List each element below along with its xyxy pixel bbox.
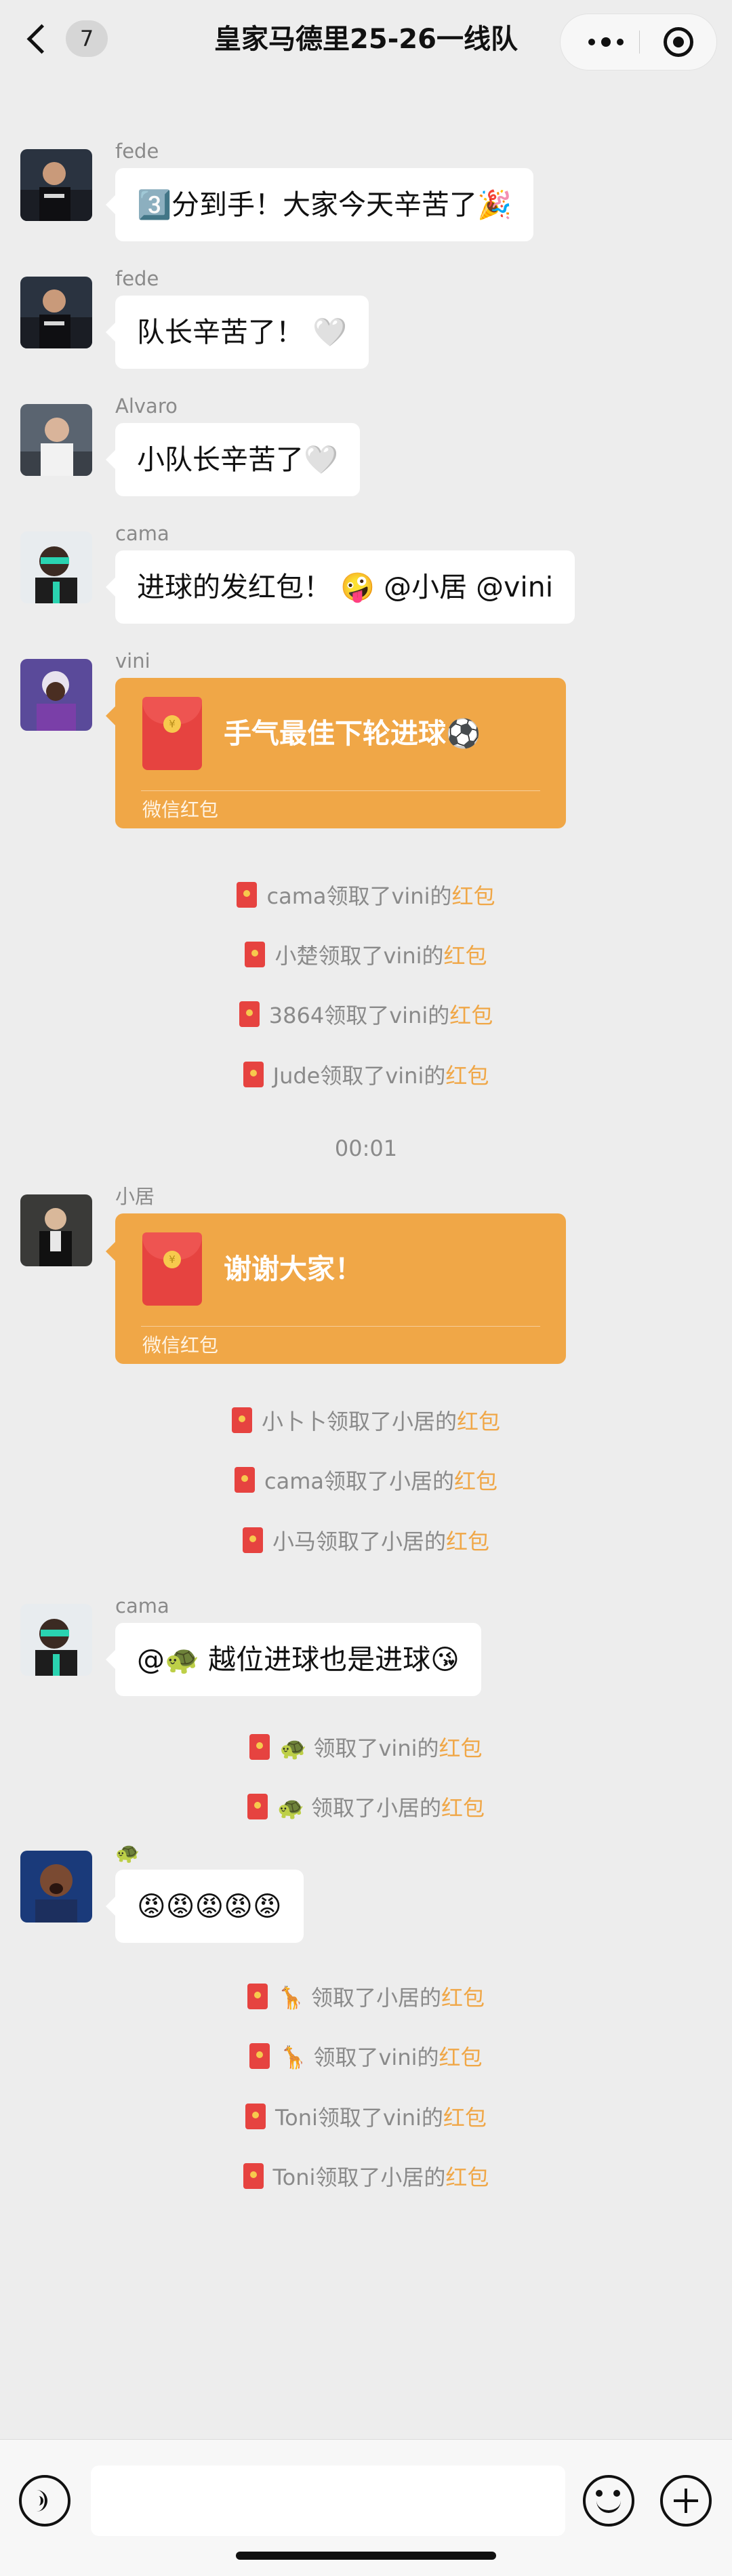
system-notice: 小马领取了小居的 红包 bbox=[0, 1520, 732, 1561]
system-notice: 🦒 领取了vini的 红包 bbox=[0, 2036, 732, 2076]
red-packet-link[interactable]: 红包 bbox=[454, 1464, 497, 1495]
message-bubble[interactable]: 3️⃣分到手！大家今天辛苦了🎉 bbox=[105, 168, 534, 241]
avatar[interactable] bbox=[20, 1851, 92, 1923]
avatar[interactable] bbox=[20, 277, 92, 348]
capsule-divider bbox=[639, 31, 640, 54]
red-packet-link[interactable]: 红包 bbox=[449, 999, 493, 1030]
chat-header: 7 皇家马德里25-26一线队 bbox=[0, 0, 732, 78]
red-packet-link[interactable]: 红包 bbox=[444, 939, 487, 970]
message-bubble[interactable]: 队长辛苦了！ 🤍 bbox=[105, 296, 369, 369]
red-envelope-icon bbox=[242, 1527, 263, 1553]
red-packet-link[interactable]: 红包 bbox=[445, 2160, 489, 2192]
red-envelope-icon bbox=[249, 1734, 270, 1760]
red-envelope-icon bbox=[249, 2043, 270, 2069]
message-input[interactable] bbox=[91, 2466, 565, 2536]
red-packet-message: 谢谢大家！ bbox=[224, 1253, 363, 1285]
chevron-left-icon bbox=[26, 24, 57, 54]
home-indicator bbox=[236, 2552, 496, 2560]
time-divider: 00:01 bbox=[334, 1135, 398, 1161]
system-notice: 3864领取了vini的 红包 bbox=[0, 994, 732, 1034]
red-envelope-icon bbox=[234, 1467, 255, 1493]
message-bubble[interactable]: @🐢 越位进球也是进球😘 bbox=[106, 1623, 481, 1696]
chat-title: 皇家马德里25-26一线队 bbox=[214, 24, 518, 55]
red-packet-card[interactable]: ¥ 手气最佳下轮进球⚽ 微信红包 bbox=[106, 678, 566, 828]
sender-name: 🐢 bbox=[115, 1841, 140, 1864]
system-notice: 🐢 领取了vini的 红包 bbox=[0, 1727, 732, 1767]
voice-icon[interactable] bbox=[19, 2475, 70, 2527]
sender-name: cama bbox=[115, 522, 169, 545]
mini-program-capsule bbox=[560, 14, 717, 71]
red-packet-message: 手气最佳下轮进球⚽ bbox=[224, 717, 481, 750]
sender-name: 小居 bbox=[115, 1185, 155, 1208]
close-target-button[interactable] bbox=[664, 27, 693, 57]
unread-count-badge: 7 bbox=[66, 20, 108, 57]
avatar[interactable] bbox=[20, 1194, 92, 1266]
red-envelope-icon bbox=[247, 1794, 268, 1819]
sender-name: cama bbox=[115, 1594, 169, 1617]
red-envelope-icon bbox=[243, 2163, 264, 2189]
red-envelope-icon: ¥ bbox=[142, 1232, 202, 1306]
red-packet-link[interactable]: 红包 bbox=[441, 1791, 485, 1822]
avatar[interactable] bbox=[20, 149, 92, 221]
red-packet-card[interactable]: ¥ 谢谢大家！ 微信红包 bbox=[106, 1213, 566, 1364]
message-bubble[interactable]: 进球的发红包！ 🤪 @小居 @vini bbox=[105, 550, 575, 624]
avatar[interactable] bbox=[20, 659, 92, 731]
avatar[interactable] bbox=[20, 531, 92, 603]
system-notice: Toni领取了vini的 红包 bbox=[0, 2096, 732, 2137]
red-envelope-icon bbox=[243, 1062, 264, 1087]
emoji-icon[interactable] bbox=[583, 2475, 634, 2527]
red-packet-link[interactable]: 红包 bbox=[457, 1405, 500, 1436]
red-packet-link[interactable]: 红包 bbox=[445, 1059, 489, 1090]
message-bubble[interactable]: 😡😡😡😡😡 bbox=[106, 1870, 304, 1943]
red-envelope-icon bbox=[247, 1984, 268, 2009]
system-notice: cama领取了小居的 红包 bbox=[0, 1460, 732, 1500]
system-notice: Toni领取了小居的 红包 bbox=[0, 2156, 732, 2196]
system-notice: 🐢 领取了小居的 红包 bbox=[0, 1786, 732, 1827]
red-packet-link[interactable]: 红包 bbox=[451, 879, 495, 910]
red-envelope-icon bbox=[245, 942, 266, 967]
divider bbox=[141, 1326, 540, 1327]
red-envelope-icon bbox=[231, 1407, 252, 1433]
sender-name: fede bbox=[115, 140, 159, 163]
red-packet-link[interactable]: 红包 bbox=[441, 1981, 485, 2012]
red-packet-link[interactable]: 红包 bbox=[446, 1525, 489, 1556]
message-bubble[interactable]: 小队长辛苦了🤍 bbox=[105, 423, 361, 496]
system-notice: cama领取了vini的 红包 bbox=[0, 874, 732, 915]
red-packet-link[interactable]: 红包 bbox=[443, 2101, 487, 2132]
red-envelope-icon bbox=[239, 1001, 260, 1027]
dot-icon bbox=[588, 39, 595, 45]
red-envelope-icon: ¥ bbox=[142, 697, 202, 770]
red-packet-link[interactable]: 红包 bbox=[439, 1731, 483, 1763]
system-notice: 小楚领取了vini的 红包 bbox=[0, 934, 732, 975]
red-envelope-icon bbox=[245, 2104, 266, 2129]
system-notice: Jude领取了vini的 红包 bbox=[0, 1054, 732, 1095]
red-packet-label: 微信红包 bbox=[142, 799, 219, 821]
avatar[interactable] bbox=[20, 404, 92, 476]
sender-name: Alvaro bbox=[115, 395, 178, 418]
red-packet-label: 微信红包 bbox=[142, 1334, 219, 1356]
back-button[interactable]: 7 bbox=[20, 16, 108, 61]
system-notice: 🦒 领取了小居的 红包 bbox=[0, 1976, 732, 2017]
dot-icon bbox=[601, 37, 611, 47]
more-button[interactable] bbox=[575, 14, 636, 70]
dot-icon bbox=[617, 39, 624, 45]
plus-icon[interactable] bbox=[660, 2475, 712, 2527]
avatar[interactable] bbox=[20, 1604, 92, 1676]
red-packet-link[interactable]: 红包 bbox=[439, 2040, 483, 2072]
system-notice: 小卜卜领取了小居的 红包 bbox=[0, 1400, 732, 1441]
red-envelope-icon bbox=[237, 882, 258, 908]
sender-name: fede bbox=[115, 267, 159, 290]
sender-name: vini bbox=[115, 649, 150, 672]
divider bbox=[141, 790, 540, 791]
